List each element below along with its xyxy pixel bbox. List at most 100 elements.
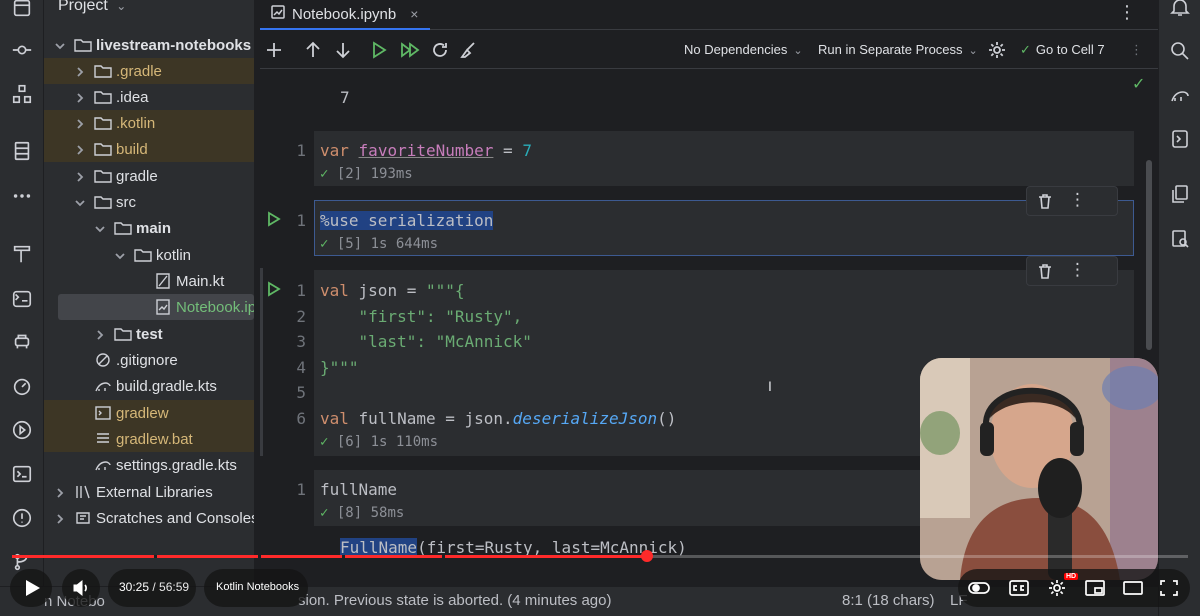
services-icon[interactable]	[8, 285, 36, 313]
add-cell-icon[interactable]	[264, 40, 284, 60]
project-tree-item[interactable]: gradlew.bat	[44, 426, 254, 452]
settings-icon[interactable]	[1046, 578, 1068, 598]
video-progress-bar[interactable]	[12, 550, 1188, 562]
code-line: fullName	[320, 480, 398, 499]
delete-cell-icon[interactable]	[1036, 192, 1056, 212]
more-vertical-icon[interactable]: ⋮	[1069, 260, 1089, 280]
gradle-icon[interactable]	[1169, 85, 1191, 107]
autoplay-toggle-icon[interactable]	[968, 578, 990, 598]
more-tools-icon[interactable]	[8, 182, 36, 210]
volume-button[interactable]	[62, 569, 100, 607]
theater-mode-icon[interactable]	[1122, 578, 1144, 598]
project-tree-item[interactable]: kotlin	[44, 242, 254, 268]
kotlin-file-icon	[154, 273, 172, 289]
chevron-right-icon[interactable]	[74, 65, 86, 77]
fullscreen-icon[interactable]	[1158, 578, 1180, 598]
project-tree-item[interactable]: build.gradle.kts	[44, 373, 254, 399]
notifications-icon[interactable]	[1169, 0, 1191, 18]
play-button[interactable]	[10, 569, 52, 607]
project-tree-item[interactable]: livestream-notebooks	[44, 32, 254, 58]
move-down-icon[interactable]	[333, 40, 353, 60]
line-number: 5	[296, 383, 306, 402]
project-tree-item[interactable]: .kotlin	[44, 110, 254, 136]
dependencies-label: No Dependencies	[684, 42, 788, 57]
find-icon[interactable]	[1169, 228, 1191, 250]
profiler-icon[interactable]	[8, 372, 36, 400]
run-dashboard-icon[interactable]	[8, 327, 36, 355]
folder-icon	[114, 220, 132, 236]
database-icon[interactable]	[1169, 128, 1191, 150]
hd-badge: HD	[1064, 573, 1079, 580]
project-view-icon[interactable]	[8, 0, 36, 22]
ai-assistant-icon[interactable]	[1169, 40, 1191, 62]
captions-icon[interactable]	[1008, 578, 1030, 598]
terminal-icon[interactable]	[8, 460, 36, 488]
chapter-button[interactable]: Kotlin Notebooks	[204, 569, 308, 607]
build-icon[interactable]	[8, 240, 36, 268]
chevron-down-icon[interactable]	[114, 249, 126, 261]
video-scrubber-handle[interactable]	[641, 550, 653, 562]
more-vertical-icon[interactable]: ⋮	[1069, 190, 1089, 210]
bookmarks-icon[interactable]	[8, 137, 36, 165]
chevron-right-icon[interactable]	[94, 328, 106, 340]
status-text: [8] 58ms	[328, 505, 405, 521]
project-tree-item[interactable]: Scratches and Consoles	[44, 505, 254, 531]
project-title: Project	[58, 0, 108, 14]
status-message[interactable]: sion. Previous state is aborted. (4 minu…	[298, 592, 612, 609]
chevron-right-icon[interactable]	[54, 486, 66, 498]
close-icon[interactable]: ×	[410, 6, 418, 22]
chevron-down-icon[interactable]	[74, 196, 86, 208]
run-all-icon[interactable]	[400, 40, 420, 60]
project-tree-item[interactable]: settings.gradle.kts	[44, 452, 254, 478]
miniplayer-icon[interactable]	[1084, 578, 1106, 598]
structure-icon[interactable]	[8, 80, 36, 108]
project-tree-item[interactable]: src	[44, 189, 254, 215]
project-tree-item[interactable]: test	[44, 321, 254, 347]
project-tree-label: gradlew	[116, 404, 169, 422]
project-tree-item[interactable]: Main.kt	[44, 268, 254, 294]
copy-icon[interactable]	[1169, 183, 1191, 205]
chevron-right-icon[interactable]	[74, 91, 86, 103]
project-tree-item[interactable]: build	[44, 136, 254, 162]
clear-outputs-icon[interactable]	[458, 40, 478, 60]
project-panel-header[interactable]: Project ⌄	[58, 0, 126, 15]
library-icon	[74, 484, 92, 500]
move-up-icon[interactable]	[303, 40, 323, 60]
problems-icon[interactable]	[8, 504, 36, 532]
run-icon[interactable]	[8, 416, 36, 444]
project-tree-item[interactable]: Notebook.ipynb	[58, 294, 254, 320]
dependencies-dropdown[interactable]: No Dependencies ⌄	[684, 42, 803, 57]
project-tree-item[interactable]: .idea	[44, 84, 254, 110]
chevron-right-icon[interactable]	[74, 143, 86, 155]
restart-kernel-icon[interactable]	[430, 40, 450, 60]
chevron-right-icon[interactable]	[74, 117, 86, 129]
commit-icon[interactable]	[8, 36, 36, 64]
current-time: 30:25	[119, 580, 150, 594]
more-vertical-icon[interactable]: ⋮	[1118, 2, 1136, 23]
project-tree-item[interactable]: gradlew	[44, 400, 254, 426]
chapter-marker	[258, 555, 261, 558]
process-dropdown[interactable]: Run in Separate Process ⌄	[818, 42, 978, 57]
project-tree-item[interactable]: .gitignore	[44, 347, 254, 373]
chevron-right-icon[interactable]	[74, 170, 86, 182]
gradle-file-icon	[94, 457, 112, 473]
folder-icon	[94, 63, 112, 79]
project-tree-item[interactable]: .gradle	[44, 58, 254, 84]
chevron-right-icon[interactable]	[54, 512, 66, 524]
delete-cell-icon[interactable]	[1036, 262, 1056, 282]
caret-position[interactable]: 8:1 (18 chars)	[842, 592, 935, 609]
go-to-cell-button[interactable]: ✓ Go to Cell 7	[1020, 42, 1105, 58]
chevron-down-icon: ⌄	[968, 45, 978, 57]
chevron-down-icon[interactable]	[54, 39, 66, 51]
settings-icon[interactable]	[987, 40, 1007, 60]
more-vertical-icon[interactable]: ⋮	[1130, 42, 1143, 58]
tab-notebook[interactable]: Notebook.ipynb ×	[260, 0, 430, 30]
chevron-down-icon[interactable]	[94, 222, 106, 234]
cell-selection-bar	[260, 268, 263, 456]
editor-scrollbar[interactable]	[1146, 160, 1152, 350]
project-tree-item[interactable]: External Libraries	[44, 479, 254, 505]
run-cell-icon[interactable]	[370, 40, 390, 60]
project-tree-item[interactable]: main	[44, 215, 254, 241]
project-tree-item[interactable]: gradle	[44, 163, 254, 189]
